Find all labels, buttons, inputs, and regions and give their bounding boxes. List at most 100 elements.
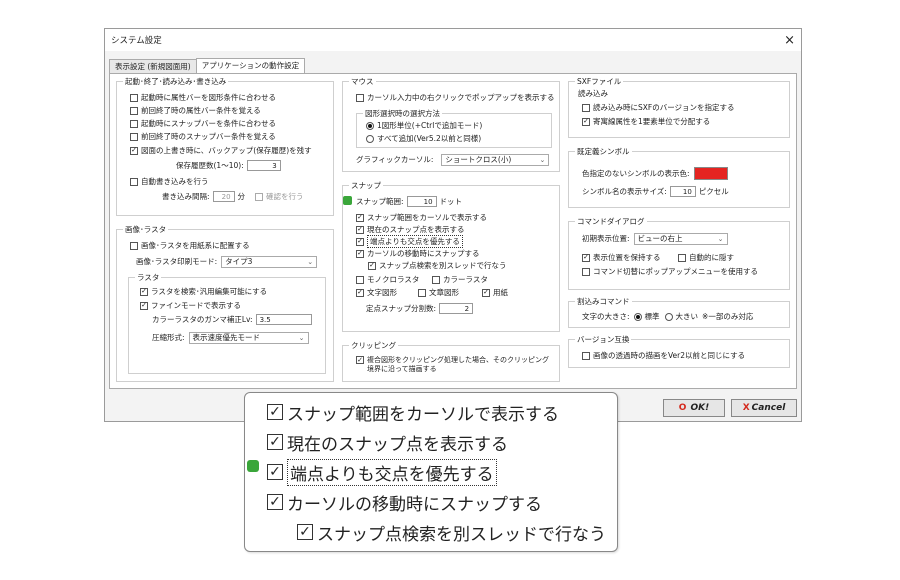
raster-search-option[interactable]: ラスタを検索･汎用編集可能にする xyxy=(140,286,267,297)
option-label: 画像の透過時の描画をVer2以前と同じにする xyxy=(593,351,746,360)
gamma-input[interactable]: 3.5 xyxy=(255,314,312,325)
option-label: ファインモードで表示する xyxy=(151,301,241,310)
checkbox[interactable] xyxy=(582,267,590,276)
radio-large[interactable] xyxy=(664,312,673,321)
option-label: 図面の上書き時に、バックアップ(保存履歴)を残す xyxy=(141,146,312,155)
radio-standard[interactable] xyxy=(633,312,642,321)
checkbox[interactable] xyxy=(356,249,364,258)
zoom-label: スナップ点検索を別スレッドで行なう xyxy=(317,524,606,545)
checkbox[interactable] xyxy=(130,177,138,186)
checkbox[interactable] xyxy=(267,404,283,420)
checkbox[interactable] xyxy=(267,494,283,510)
autosave-option[interactable]: 自動書き込みを行う xyxy=(130,176,209,187)
radio-single[interactable]: 1図形単位(+Ctrlで追加モード) xyxy=(366,120,482,131)
color-raster-option[interactable]: カラーラスタ xyxy=(432,274,488,285)
snap-option-2[interactable]: 現在のスナップ点を表示する xyxy=(356,224,465,235)
auto-hide-option[interactable]: 自動的に隠す xyxy=(678,252,734,263)
checkbox[interactable] xyxy=(130,119,138,128)
checkbox[interactable] xyxy=(582,103,590,112)
checkbox[interactable] xyxy=(255,192,264,201)
interval-unit: 分 xyxy=(237,192,246,201)
tab-display-settings[interactable]: 表示設定 (新規図面用) xyxy=(109,59,197,73)
print-mode-select[interactable]: タイプ3 ⌄ xyxy=(221,255,318,268)
cancel-button[interactable]: X Cancel xyxy=(731,399,797,417)
checkbox[interactable] xyxy=(267,434,283,450)
zoom-item-4[interactable]: カーソルの移動時にスナップする xyxy=(267,491,542,515)
checkbox[interactable] xyxy=(356,225,364,234)
backup-option[interactable]: 図面の上書き時に、バックアップ(保存履歴)を残す xyxy=(130,145,312,156)
checkbox[interactable] xyxy=(356,237,364,246)
snap-range-input[interactable]: 10 xyxy=(406,196,437,207)
ok-button[interactable]: O OK! xyxy=(663,399,725,417)
checkbox[interactable] xyxy=(356,288,364,297)
compress-select[interactable]: 表示速度優先モード ⌄ xyxy=(188,331,309,344)
text-size-row: 文字の大きさ: 標準 大きい ※一部のみ対応 xyxy=(582,311,753,322)
checkbox[interactable] xyxy=(356,356,364,364)
checkbox[interactable] xyxy=(130,106,138,115)
checkbox[interactable] xyxy=(130,241,138,250)
popup-menu-option[interactable]: コマンド切替にポップアップメニューを使用する xyxy=(582,266,758,277)
checkbox[interactable] xyxy=(356,213,364,222)
startup-option-2[interactable]: 前回終了時の属性バー条件を覚える xyxy=(130,105,261,116)
place-on-paper-option[interactable]: 画像･ラスタを用紙系に配置する xyxy=(130,240,250,251)
checkbox[interactable] xyxy=(267,464,283,480)
checkbox[interactable] xyxy=(140,301,148,310)
checkbox[interactable] xyxy=(297,524,313,540)
mono-raster-option[interactable]: モノクロラスタ xyxy=(356,274,419,285)
paper-option[interactable]: 用紙 xyxy=(482,287,508,298)
startup-option-4[interactable]: 前回終了時のスナップバー条件を覚える xyxy=(130,131,276,142)
checkbox[interactable] xyxy=(582,117,590,126)
tab-app-behavior[interactable]: アプリケーションの動作設定 xyxy=(195,58,306,73)
radio-button[interactable] xyxy=(366,121,374,130)
fine-mode-option[interactable]: ファインモードで表示する xyxy=(140,300,241,311)
symbol-color-swatch[interactable] xyxy=(693,166,728,180)
popup-option[interactable]: カーソル入力中の右クリックでポップアップを表示する xyxy=(356,92,555,103)
zoom-item-5[interactable]: スナップ点検索を別スレッドで行なう xyxy=(297,521,606,545)
checkbox[interactable] xyxy=(582,253,590,262)
history-count-row: 保存履歴数(1〜10): 3 xyxy=(176,160,284,171)
zoom-item-2[interactable]: 現在のスナップ点を表示する xyxy=(267,431,508,455)
option-label: 前回終了時の属性バー条件を覚える xyxy=(141,106,261,115)
checkbox[interactable] xyxy=(432,275,440,284)
snap-thread-option[interactable]: スナップ点検索を別スレッドで行なう xyxy=(368,260,507,271)
fixed-snap-input[interactable]: 2 xyxy=(439,303,474,314)
radio-button[interactable] xyxy=(366,134,374,143)
startup-option-3[interactable]: 起動時にスナップバーを条件に合わせる xyxy=(130,118,276,129)
checkbox[interactable] xyxy=(418,288,426,297)
snap-option-4[interactable]: カーソルの移動時にスナップする xyxy=(356,248,480,259)
clipping-option[interactable]: 複合図形をクリッピング処理した場合、そのクリッピング境界に沿って描画する xyxy=(356,356,549,376)
close-icon[interactable]: × xyxy=(784,34,795,47)
text-shape-option[interactable]: 文字図形 xyxy=(356,287,397,298)
checkbox[interactable] xyxy=(140,287,148,296)
sxf-split-option[interactable]: 寄寓線属性を1要素単位で分配する xyxy=(582,116,710,127)
checkbox[interactable] xyxy=(130,146,138,155)
zoom-item-1[interactable]: スナップ範囲をカーソルで表示する xyxy=(267,401,559,425)
interval-input[interactable]: 20 xyxy=(212,191,235,202)
radio-add-all[interactable]: すべて追加(Ver5.2以前と同様) xyxy=(366,133,481,144)
checkbox[interactable] xyxy=(130,93,138,102)
option-label: 表示位置を保持する xyxy=(593,253,661,262)
cursor-select[interactable]: ショートクロス(小) ⌄ xyxy=(441,153,550,166)
checkbox[interactable] xyxy=(356,93,364,102)
keep-pos-option[interactable]: 表示位置を保持する xyxy=(582,252,661,263)
symbol-size-input[interactable]: 10 xyxy=(669,186,696,197)
startup-option-1[interactable]: 起動時に属性バーを図形条件に合わせる xyxy=(130,92,276,103)
snap-option-1[interactable]: スナップ範囲をカーソルで表示する xyxy=(356,212,487,223)
checkbox[interactable] xyxy=(130,132,138,141)
image-raster-legend: 画像･ラスタ xyxy=(125,225,167,234)
checkbox[interactable] xyxy=(368,261,376,270)
zoom-item-3[interactable]: 端点よりも交点を優先する xyxy=(267,458,497,486)
history-count-input[interactable]: 3 xyxy=(246,160,281,171)
checkbox[interactable] xyxy=(482,288,490,297)
initial-pos-select[interactable]: ビューの右上 ⌄ xyxy=(633,232,728,245)
compat-option[interactable]: 画像の透過時の描画をVer2以前と同じにする xyxy=(582,350,745,361)
text-size-label: 文字の大きさ: xyxy=(582,312,630,321)
option-label: 複合図形をクリッピング処理した場合、そのクリッピング 境界に沿って描画する xyxy=(367,356,549,374)
checkbox[interactable] xyxy=(678,253,686,262)
checkbox[interactable] xyxy=(356,275,364,284)
dialog-title: システム設定 xyxy=(111,36,162,46)
checkbox[interactable] xyxy=(582,351,590,360)
text-frame-option[interactable]: 文章図形 xyxy=(418,287,459,298)
sxf-version-option[interactable]: 読み込み時にSXFのバージョンを指定する xyxy=(582,102,735,113)
snap-option-3[interactable]: 端点よりも交点を優先する xyxy=(356,235,463,248)
